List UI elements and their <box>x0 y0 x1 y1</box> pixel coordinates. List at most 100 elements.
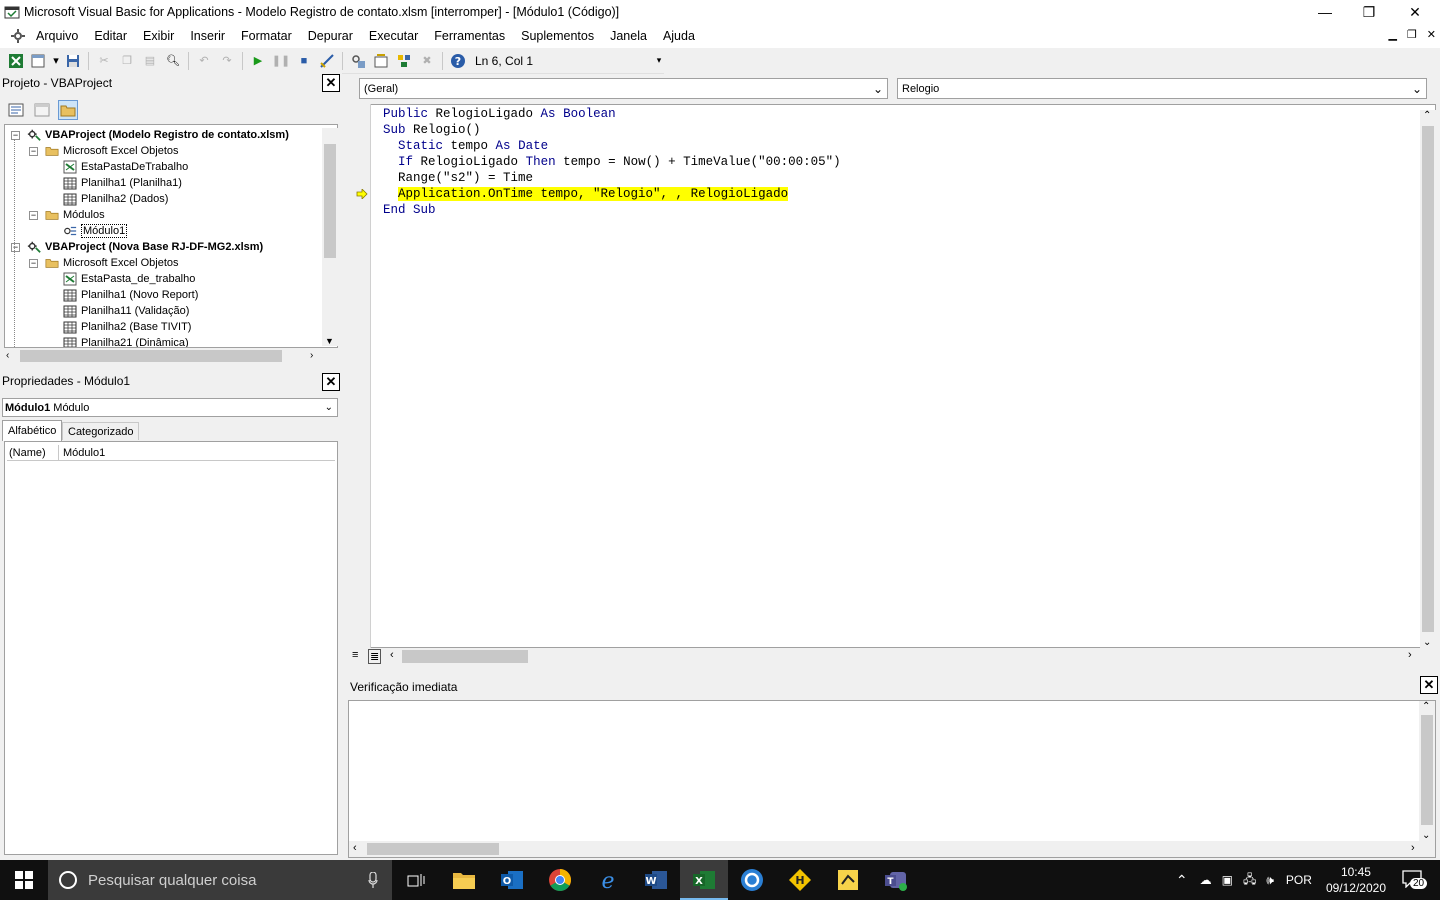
project-explorer-icon[interactable] <box>348 51 368 71</box>
taskbar-search[interactable]: Pesquisar qualquer coisa <box>48 860 392 900</box>
tree-item[interactable]: VBAProject (Nova Base RJ-DF-MG2.xlsm) <box>27 239 263 255</box>
chevron-up-icon[interactable]: ⌃ <box>1176 872 1188 889</box>
break-icon[interactable]: ❚❚ <box>271 51 291 71</box>
restore-button[interactable]: ❐ <box>1346 0 1392 24</box>
excel-view-icon[interactable] <box>6 51 26 71</box>
insert-userform-icon[interactable] <box>29 51 49 71</box>
chevron-down-icon[interactable]: ⌄ <box>1412 82 1422 96</box>
scroll-right-icon[interactable]: › <box>1408 649 1412 661</box>
taskbar-chat-app[interactable] <box>728 860 776 900</box>
procedure-view-icon[interactable]: ≡ <box>352 649 358 661</box>
volume-icon[interactable]: 🕪︎ <box>1266 873 1274 888</box>
immediate-close-button[interactable]: ✕ <box>1420 676 1438 694</box>
mdi-close-icon[interactable]: ✕ <box>1427 28 1436 41</box>
menu-ferramentas[interactable]: Ferramentas <box>426 29 513 43</box>
menu-exibir[interactable]: Exibir <box>135 29 182 43</box>
scroll-thumb[interactable] <box>1421 715 1433 825</box>
taskbar-excel[interactable]: X <box>680 860 728 900</box>
tree-item[interactable]: Módulo1 <box>63 223 128 239</box>
tree-item[interactable]: VBAProject (Modelo Registro de contato.x… <box>27 127 289 143</box>
taskbar-teams[interactable]: T <box>872 860 920 900</box>
code-line[interactable]: Application.OnTime tempo, "Relogio", , R… <box>383 186 789 202</box>
taskbar-chrome[interactable] <box>536 860 584 900</box>
taskbar-outlook[interactable]: O <box>488 860 536 900</box>
tree-item[interactable]: Planilha11 (Validação) <box>63 303 189 319</box>
mdi-minimize-icon[interactable]: ▁ <box>1388 28 1396 41</box>
tree-collapse-toggle[interactable]: − <box>11 131 20 140</box>
mdi-restore-icon[interactable]: ❐ <box>1407 28 1417 41</box>
view-code-icon[interactable] <box>6 100 26 120</box>
project-tree-vscroll[interactable]: ▼ <box>322 128 338 346</box>
toolbar-options-icon[interactable]: ▾ <box>654 51 664 71</box>
scroll-up-icon[interactable]: ⌃ <box>1422 701 1430 712</box>
properties-window-icon[interactable] <box>371 51 391 71</box>
minimize-button[interactable]: — <box>1302 0 1348 24</box>
paste-icon[interactable]: ▤ <box>140 51 160 71</box>
code-hscroll[interactable]: ≡ ≣ ‹ › <box>352 648 1436 665</box>
scroll-thumb[interactable] <box>367 843 499 855</box>
notifications-button[interactable]: 20 <box>1402 869 1428 891</box>
taskbar-word[interactable]: W <box>632 860 680 900</box>
immediate-vscroll[interactable]: ⌃ ⌄ <box>1419 701 1435 841</box>
menu-arquivo[interactable]: Arquivo <box>28 29 86 43</box>
menu-editar[interactable]: Editar <box>86 29 135 43</box>
dropdown-arrow-icon[interactable]: ▾ <box>52 51 60 71</box>
tree-collapse-toggle[interactable]: − <box>29 147 38 156</box>
tree-item[interactable]: Planilha21 (Dinâmica) <box>63 335 189 347</box>
tab-categorizado[interactable]: Categorizado <box>62 422 140 440</box>
help-icon[interactable]: ? <box>448 51 468 71</box>
reset-icon[interactable]: ■ <box>294 51 314 71</box>
immediate-hscroll[interactable]: ‹ › <box>349 841 1435 857</box>
code-line[interactable]: Static tempo As Date <box>383 138 548 154</box>
scroll-thumb[interactable] <box>402 650 528 663</box>
scroll-left-icon[interactable]: ‹ <box>6 350 9 361</box>
scroll-thumb[interactable] <box>1422 126 1434 632</box>
onedrive-icon[interactable]: ☁ <box>1200 873 1212 887</box>
cut-icon[interactable]: ✂ <box>94 51 114 71</box>
scroll-left-icon[interactable]: ‹ <box>390 649 394 661</box>
tree-item[interactable]: Planilha1 (Novo Report) <box>63 287 198 303</box>
properties-close-button[interactable]: ✕ <box>322 373 340 391</box>
menu-janela[interactable]: Janela <box>602 29 655 43</box>
code-vscroll[interactable]: ⌃ ⌄ <box>1420 110 1436 648</box>
menu-formatar[interactable]: Formatar <box>233 29 300 43</box>
language-indicator[interactable]: POR <box>1286 873 1312 887</box>
scroll-left-icon[interactable]: ‹ <box>353 842 357 854</box>
toolbox-icon[interactable]: ✖ <box>417 51 437 71</box>
menu-depurar[interactable]: Depurar <box>300 29 361 43</box>
microphone-icon[interactable] <box>368 872 378 888</box>
scroll-thumb[interactable] <box>324 144 336 258</box>
close-button[interactable]: ✕ <box>1392 0 1438 24</box>
menu-inserir[interactable]: Inserir <box>182 29 233 43</box>
view-object-icon[interactable] <box>32 100 52 120</box>
project-tree-hscroll[interactable]: ‹ › <box>4 348 338 364</box>
scroll-up-icon[interactable]: ⌃ <box>1423 110 1431 121</box>
scroll-thumb[interactable] <box>20 350 282 362</box>
taskbar-h-app[interactable]: H <box>776 860 824 900</box>
tree-item[interactable]: EstaPasta_de_trabalho <box>63 271 195 287</box>
undo-icon[interactable]: ↶ <box>194 51 214 71</box>
find-icon[interactable]: 🔍︎ <box>163 51 183 71</box>
design-mode-icon[interactable] <box>317 51 337 71</box>
properties-object-select[interactable]: Módulo1 Módulo ⌄ <box>2 398 338 417</box>
code-line[interactable]: If RelogioLigado Then tempo = Now() + Ti… <box>383 154 841 170</box>
taskbar-edge[interactable]: e <box>584 860 632 900</box>
menu-ajuda[interactable]: Ajuda <box>655 29 703 43</box>
full-module-view-icon[interactable]: ≣ <box>368 649 382 664</box>
tree-item[interactable]: Planilha2 (Dados) <box>63 191 168 207</box>
taskbar-sticky-app[interactable] <box>824 860 872 900</box>
start-button[interactable] <box>0 860 48 900</box>
tray-app-icon[interactable]: ▣ <box>1222 873 1233 887</box>
toggle-folders-icon[interactable] <box>58 100 78 120</box>
scroll-down-icon[interactable]: ⌄ <box>1422 830 1430 841</box>
scroll-right-icon[interactable]: › <box>310 350 313 361</box>
code-line[interactable]: Range("s2") = Time <box>383 170 533 186</box>
tree-collapse-toggle[interactable]: − <box>11 243 20 252</box>
code-line[interactable]: Sub Relogio() <box>383 122 481 138</box>
scroll-down-icon[interactable]: ⌄ <box>1423 637 1431 648</box>
chevron-down-icon[interactable]: ⌄ <box>873 82 883 96</box>
scroll-right-icon[interactable]: › <box>1411 842 1415 854</box>
object-browser-icon[interactable] <box>394 51 414 71</box>
chevron-down-icon[interactable]: ⌄ <box>325 402 333 413</box>
procedure-combo[interactable]: Relogio ⌄ <box>897 78 1427 99</box>
